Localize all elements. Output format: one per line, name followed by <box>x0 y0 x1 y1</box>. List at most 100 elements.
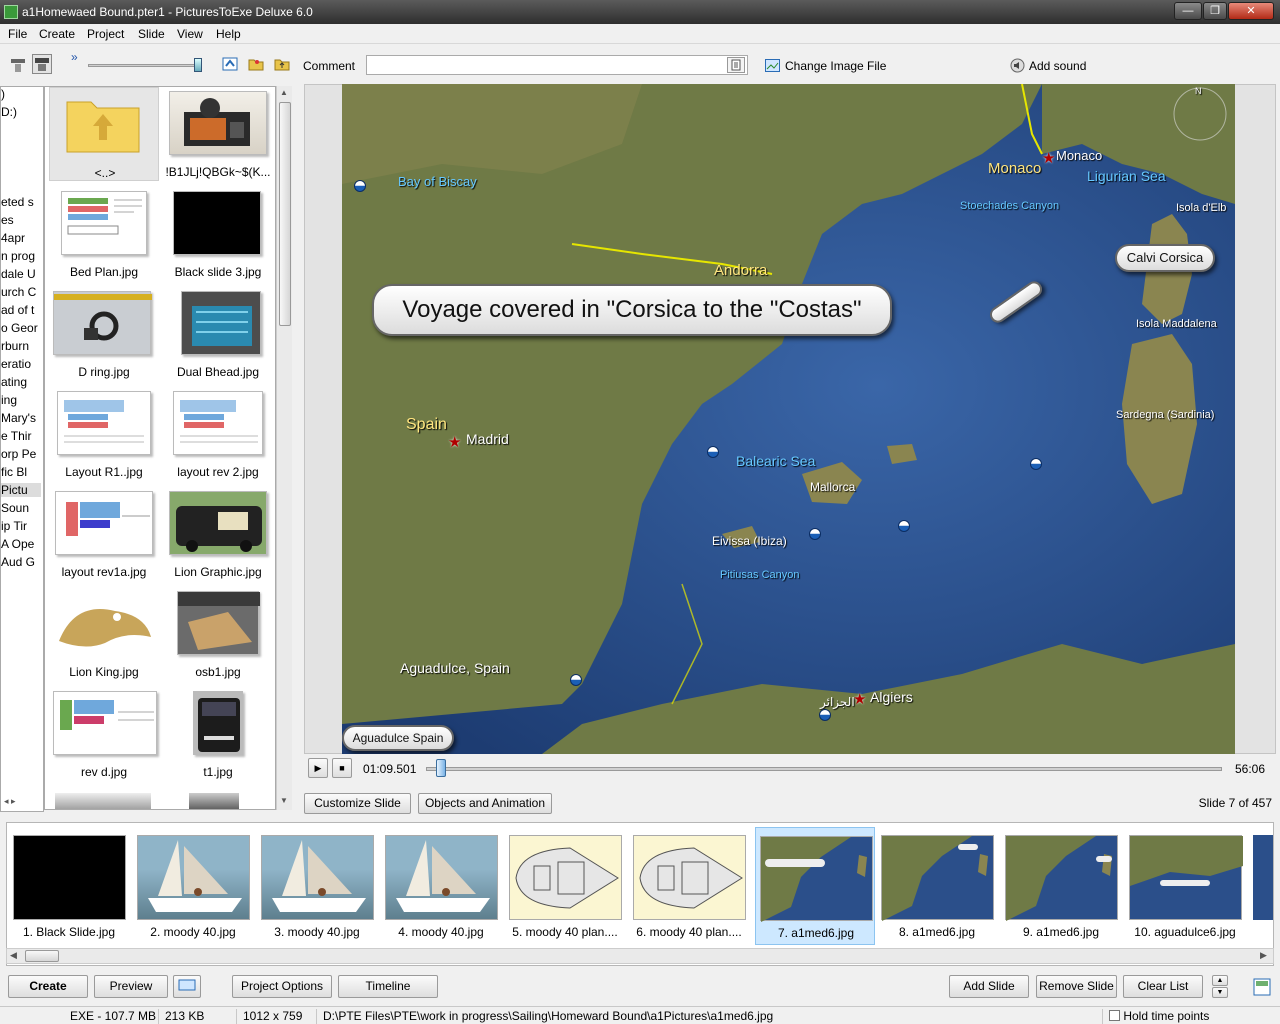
folder-row[interactable]: urch C <box>1 285 41 299</box>
comment-input[interactable] <box>366 55 748 75</box>
customize-slide-button[interactable]: Customize Slide <box>304 793 411 814</box>
refresh-icon[interactable] <box>220 55 240 75</box>
file-item[interactable]: Lion King.jpg <box>49 587 159 683</box>
hold-time-points-checkbox[interactable] <box>1109 1010 1120 1021</box>
slide-item[interactable]: 5. moody 40 plan.... <box>505 827 625 945</box>
file-item[interactable]: <..> <box>49 87 159 181</box>
file-item[interactable]: osb1.jpg <box>163 587 273 683</box>
folder-row[interactable]: 4apr <box>1 231 41 245</box>
file-item[interactable]: Dual Bhead.jpg <box>163 287 273 383</box>
stop-button[interactable]: ■ <box>332 758 352 778</box>
speaker-icon[interactable] <box>1010 58 1025 73</box>
objects-animation-button[interactable]: Objects and Animation <box>418 793 552 814</box>
restore-button[interactable]: ❐ <box>1203 2 1227 20</box>
folder-row[interactable]: dale U <box>1 267 41 281</box>
file-item[interactable]: layout rev 2.jpg <box>163 387 273 483</box>
panel-view-alt-icon[interactable] <box>32 54 52 74</box>
folder-row[interactable]: eted s <box>1 195 41 209</box>
folder-row[interactable]: D:) <box>1 105 41 119</box>
browse-folder-icon[interactable] <box>246 55 266 75</box>
slide-item[interactable]: 2. moody 40.jpg <box>133 827 253 945</box>
move-up-icon[interactable]: ▲ <box>1212 975 1228 986</box>
menu-view[interactable]: View <box>177 27 203 41</box>
caption-calvi[interactable]: Calvi Corsica <box>1115 244 1215 272</box>
remove-slide-button[interactable]: Remove Slide <box>1036 975 1117 998</box>
thumbnail-size-slider-track[interactable] <box>88 64 202 67</box>
folder-row[interactable]: rburn <box>1 339 41 353</box>
slide-item[interactable]: 10. aguadulce6.jpg <box>1125 827 1245 945</box>
folder-row[interactable]: Soun <box>1 501 41 515</box>
slide-item[interactable]: 4. moody 40.jpg <box>381 827 501 945</box>
menu-create[interactable]: Create <box>39 27 75 41</box>
folder-row[interactable]: es <box>1 213 41 227</box>
caption-aguadulce[interactable]: Aguadulce Spain <box>342 725 454 751</box>
slide-item[interactable]: 3. moody 40.jpg <box>257 827 377 945</box>
add-sound-button[interactable]: Add sound <box>1029 59 1086 73</box>
caption-voyage[interactable]: Voyage covered in "Corsica to the "Costa… <box>372 284 892 336</box>
folder-row[interactable]: Mary's <box>1 411 41 425</box>
slide-item[interactable]: 8. a1med6.jpg <box>877 827 997 945</box>
timeline-slider-thumb[interactable] <box>435 759 446 777</box>
toggle-panel-icon[interactable] <box>1253 978 1271 996</box>
file-item[interactable]: Bed Plan.jpg <box>49 187 159 283</box>
scrollbar-thumb[interactable] <box>25 950 59 962</box>
file-item[interactable]: Layout R1..jpg <box>49 387 159 483</box>
scroll-right-icon[interactable]: ▶ <box>1260 950 1267 961</box>
create-button[interactable]: Create <box>8 975 88 998</box>
change-image-icon[interactable] <box>765 59 780 72</box>
move-down-icon[interactable]: ▼ <box>1212 987 1228 998</box>
timeline-button[interactable]: Timeline <box>338 975 438 998</box>
scroll-down-icon[interactable]: ▼ <box>280 796 288 805</box>
slide-item[interactable]: 6. moody 40 plan.... <box>629 827 749 945</box>
scroll-left-icon[interactable]: ◀ <box>10 950 17 961</box>
menu-help[interactable]: Help <box>216 27 241 41</box>
slide-item[interactable]: 1. Black Slide.jpg <box>9 827 129 945</box>
menu-slide[interactable]: Slide <box>138 27 165 41</box>
folder-row[interactable]: orp Pe <box>1 447 41 461</box>
slide-list-scrollbar[interactable]: ◀ ▶ <box>6 948 1274 964</box>
folder-row[interactable]: n prog <box>1 249 41 263</box>
menu-project[interactable]: Project <box>87 27 124 41</box>
scroll-up-icon[interactable]: ▲ <box>280 88 288 97</box>
close-button[interactable]: ✕ <box>1228 2 1274 20</box>
panel-view-icon[interactable] <box>8 55 28 75</box>
file-item[interactable]: t1.jpg <box>163 687 273 783</box>
project-options-button[interactable]: Project Options <box>232 975 332 998</box>
folder-row[interactable]: ing <box>1 393 41 407</box>
file-item[interactable]: rev d.jpg <box>49 687 159 783</box>
change-image-file-button[interactable]: Change Image File <box>785 59 886 73</box>
folder-row[interactable]: o Geor <box>1 321 41 335</box>
folder-row[interactable]: Aud G <box>1 555 41 569</box>
file-item[interactable]: Lion Graphic.jpg <box>163 487 273 583</box>
folder-row[interactable]: ad of t <box>1 303 41 317</box>
folder-row[interactable]: ) <box>1 87 41 101</box>
file-item[interactable]: layout rev1a.jpg <box>49 487 159 583</box>
file-browser-scrollbar[interactable]: ▲ ▼ <box>276 86 292 810</box>
folder-row[interactable]: A Ope <box>1 537 41 551</box>
play-button[interactable]: ▶ <box>308 758 328 778</box>
folder-row[interactable]: ip Tir <box>1 519 41 533</box>
folder-tree-hscroll[interactable]: ◂ ▸ <box>4 796 40 810</box>
folder-row-selected[interactable]: Pictu <box>1 483 41 497</box>
timeline-slider-track[interactable] <box>426 767 1222 771</box>
comment-edit-icon[interactable] <box>727 57 745 73</box>
preview-button[interactable]: Preview <box>94 975 168 998</box>
clear-list-button[interactable]: Clear List <box>1123 975 1203 998</box>
scrollbar-thumb[interactable] <box>279 102 291 326</box>
more-tools-icon[interactable]: » <box>71 50 78 64</box>
file-item[interactable]: !B1JLj!QBGk~$(K... <box>163 87 273 183</box>
slide-item-selected[interactable]: 7. a1med6.jpg <box>755 827 875 945</box>
folder-row[interactable]: eratio <box>1 357 41 371</box>
slide-item[interactable]: 9. a1med6.jpg <box>1001 827 1121 945</box>
slide-preview-image[interactable]: Bay of Biscay Monaco Monaco Ligurian Sea… <box>342 84 1235 754</box>
folder-row[interactable]: e Thir <box>1 429 41 443</box>
thumbnail-size-slider-thumb[interactable] <box>194 58 202 72</box>
add-slide-button[interactable]: Add Slide <box>949 975 1029 998</box>
file-item[interactable]: Black slide 3.jpg <box>163 187 273 283</box>
folder-row[interactable]: ating <box>1 375 41 389</box>
minimize-button[interactable]: — <box>1174 2 1202 20</box>
file-item[interactable]: D ring.jpg <box>49 287 159 383</box>
menu-file[interactable]: File <box>8 27 27 41</box>
folder-row[interactable]: fic Bl <box>1 465 41 479</box>
folder-up-icon[interactable] <box>272 55 292 75</box>
